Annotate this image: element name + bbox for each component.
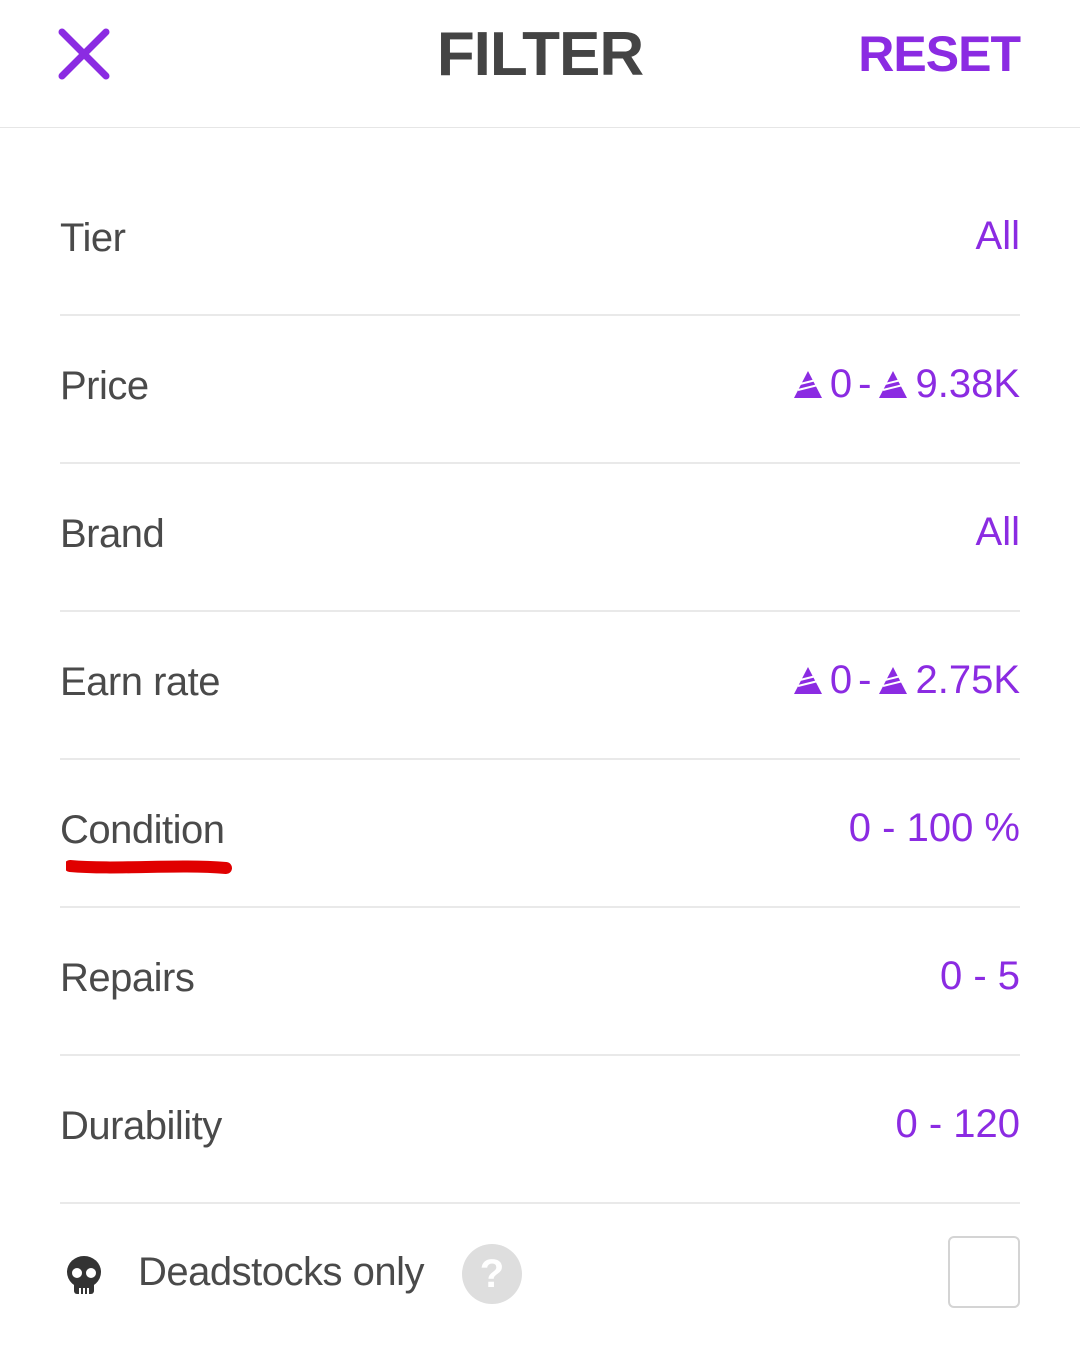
red-underline-annotation [66,860,232,874]
filter-list: Tier All Price 0 - 9.38K Brand All Earn … [60,168,1020,1204]
filter-value-text: 0 - 120 [895,1102,1020,1146]
help-icon[interactable]: ? [462,1244,522,1304]
filter-value: 0 - 5 [940,954,1020,999]
range-dash: - [858,362,872,406]
deadstocks-row: Deadstocks only ? [60,1230,1020,1320]
filter-row-tier[interactable]: Tier All [60,168,1020,316]
filter-value-text: 0 - 5 [939,954,1020,998]
price-max: 9.38K [915,362,1020,406]
filter-value: All [976,214,1020,259]
coin-icon [879,666,908,694]
reset-button[interactable]: RESET [858,22,1021,86]
filter-row-earn-rate[interactable]: Earn rate 0 - 2.75K [60,612,1020,760]
filter-value: 0 - 120 [895,1102,1020,1147]
deadstocks-checkbox[interactable] [948,1236,1020,1308]
filter-row-repairs[interactable]: Repairs 0 - 5 [60,908,1020,1056]
earn-rate-min: 0 [829,658,853,702]
filter-value-text: 0 - 100 % [848,806,1020,850]
price-min: 0 [829,362,853,406]
range-dash: - [858,658,872,702]
filter-value: All [976,510,1020,555]
coin-icon [879,370,908,398]
filter-value: 0 - 100 % [849,806,1020,851]
filter-label: Condition [60,808,225,852]
filter-label: Price [60,364,149,408]
filter-label: Brand [60,512,165,556]
coin-icon [793,370,822,398]
deadstocks-label: Deadstocks only [138,1250,424,1294]
filter-value-text: All [975,510,1020,554]
filter-row-price[interactable]: Price 0 - 9.38K [60,316,1020,464]
skull-icon [67,1256,101,1294]
coin-icon [793,666,822,694]
filter-row-brand[interactable]: Brand All [60,464,1020,612]
earn-rate-max: 2.75K [915,658,1020,702]
filter-value: 0 - 2.75K [792,658,1020,703]
filter-label: Earn rate [60,660,221,704]
filter-label: Durability [60,1104,222,1148]
filter-row-condition[interactable]: Condition 0 - 100 % [60,760,1020,908]
filter-value: 0 - 9.38K [792,362,1020,407]
filter-value-text: All [975,214,1020,258]
filter-label: Tier [60,216,126,260]
header-bar: FILTER RESET [0,0,1080,128]
filter-row-durability[interactable]: Durability 0 - 120 [60,1056,1020,1204]
filter-label: Repairs [60,956,195,1000]
